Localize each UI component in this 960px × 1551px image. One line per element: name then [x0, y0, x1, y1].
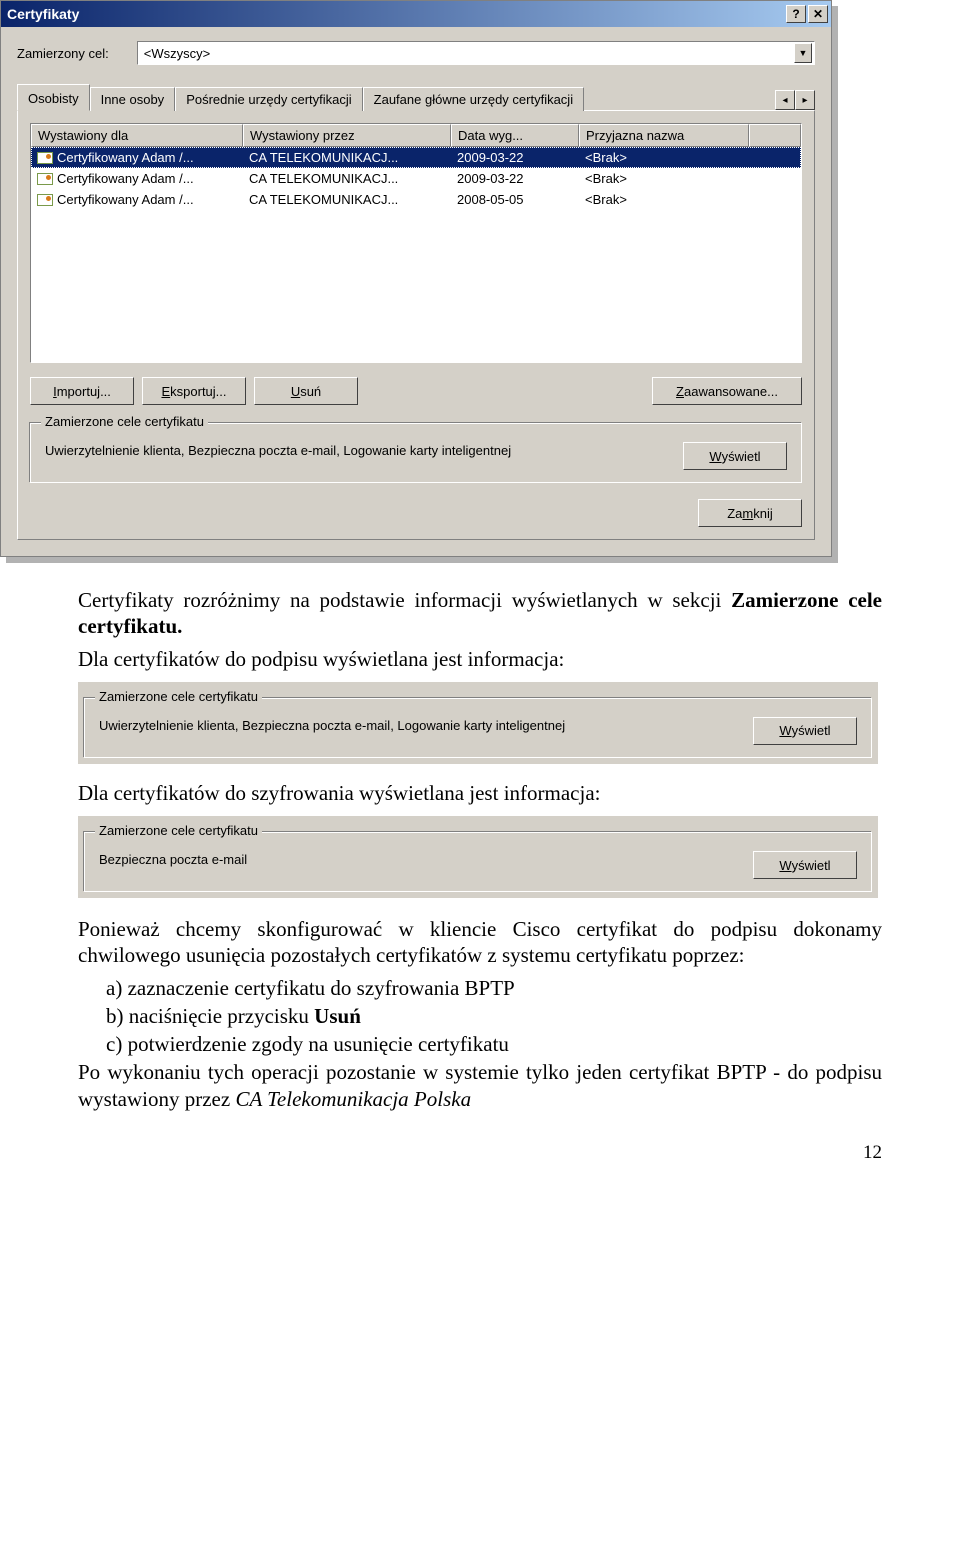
intended-purpose-label: Zamierzony cel:: [17, 46, 109, 61]
delete-button[interactable]: Usuń: [254, 377, 358, 405]
page-number: 12: [0, 1118, 960, 1174]
table-row[interactable]: Certyfikowany Adam /... CA TELEKOMUNIKAC…: [31, 168, 801, 189]
tab-intermediate-ca[interactable]: Pośrednie urzędy certyfikacji: [175, 87, 362, 111]
window-title: Certyfikaty: [7, 6, 784, 22]
advanced-button[interactable]: Zaawansowane...: [652, 377, 802, 405]
view-button[interactable]: Wyświetl: [753, 717, 857, 745]
tab-pane: Wystawiony dla Wystawiony przez Data wyg…: [17, 110, 815, 540]
export-button[interactable]: Eksportuj...: [142, 377, 246, 405]
group-label: Zamierzone cele certyfikatu: [95, 823, 262, 838]
close-button[interactable]: Zamknij: [698, 499, 802, 527]
col-filler: [749, 124, 801, 147]
list-header: Wystawiony dla Wystawiony przez Data wyg…: [31, 124, 801, 147]
cert-purposes-group-encrypt: Zamierzone cele certyfikatu Bezpieczna p…: [84, 832, 872, 892]
document-body-2: Dla certyfikatów do szyfrowania wyświetl…: [0, 774, 960, 806]
list-rows: Certyfikowany Adam /... CA TELEKOMUNIKAC…: [31, 147, 801, 210]
col-issued-to[interactable]: Wystawiony dla: [31, 124, 243, 147]
tab-personal[interactable]: Osobisty: [17, 84, 90, 111]
chevron-down-icon[interactable]: ▼: [794, 43, 812, 63]
cert-purposes-group-signing: Zamierzone cele certyfikatu Uwierzytelni…: [84, 698, 872, 758]
document-body-3: Ponieważ chcemy skonfigurować w kliencie…: [0, 908, 960, 1112]
cert-purposes-text: Uwierzytelnienie klienta, Bezpieczna poc…: [99, 717, 733, 735]
group-label: Zamierzone cele certyfikatu: [41, 414, 208, 429]
cert-purposes-text: Bezpieczna poczta e-mail: [99, 851, 733, 869]
doc-list-c: c) potwierdzenie zgody na usunięcie cert…: [78, 1031, 882, 1057]
doc-para-5b: CA Telekomunikacja Polska: [235, 1087, 471, 1111]
tab-trusted-root-ca[interactable]: Zaufane główne urzędy certyfikacji: [363, 87, 584, 111]
tab-other-people[interactable]: Inne osoby: [90, 87, 176, 111]
doc-para-3: Dla certyfikatów do szyfrowania wyświetl…: [78, 780, 882, 806]
doc-para-2: Dla certyfikatów do podpisu wyświetlana …: [78, 646, 882, 672]
signing-purposes-screenshot: Zamierzone cele certyfikatu Uwierzytelni…: [78, 682, 878, 764]
cert-purposes-text: Uwierzytelnienie klienta, Bezpieczna poc…: [45, 442, 663, 460]
doc-para-4: Ponieważ chcemy skonfigurować w kliencie…: [78, 916, 882, 969]
view-button[interactable]: Wyświetl: [683, 442, 787, 470]
certificate-icon: [37, 152, 53, 164]
group-label: Zamierzone cele certyfikatu: [95, 689, 262, 704]
doc-para-5a: Po wykonaniu tych operacji pozostanie w …: [78, 1060, 882, 1110]
tab-scroll-right-icon[interactable]: ▸: [795, 90, 815, 110]
col-issued-by[interactable]: Wystawiony przez: [243, 124, 451, 147]
certificate-list[interactable]: Wystawiony dla Wystawiony przez Data wyg…: [30, 123, 802, 363]
import-button[interactable]: Importuj...: [30, 377, 134, 405]
col-expiry[interactable]: Data wyg...: [451, 124, 579, 147]
doc-list-b: b) naciśnięcie przycisku Usuń: [78, 1003, 882, 1029]
table-row[interactable]: Certyfikowany Adam /... CA TELEKOMUNIKAC…: [31, 189, 801, 210]
doc-para-1a: Certyfikaty rozróżnimy na podstawie info…: [78, 588, 731, 612]
intended-purpose-combo[interactable]: <Wszyscy> ▼: [137, 41, 815, 65]
combo-value: <Wszyscy>: [144, 46, 794, 61]
table-row[interactable]: Certyfikowany Adam /... CA TELEKOMUNIKAC…: [31, 147, 801, 168]
cert-purposes-group: Zamierzone cele certyfikatu Uwierzytelni…: [30, 423, 802, 483]
encrypt-purposes-screenshot: Zamierzone cele certyfikatu Bezpieczna p…: [78, 816, 878, 898]
close-icon[interactable]: ✕: [808, 5, 828, 23]
titlebar[interactable]: Certyfikaty ? ✕: [1, 1, 831, 27]
col-friendly-name[interactable]: Przyjazna nazwa: [579, 124, 749, 147]
tab-scroll-left-icon[interactable]: ◂: [775, 90, 795, 110]
certificate-icon: [37, 173, 53, 185]
doc-list-a: a) zaznaczenie certyfikatu do szyfrowani…: [78, 975, 882, 1001]
view-button[interactable]: Wyświetl: [753, 851, 857, 879]
certificates-dialog: Certyfikaty ? ✕ Zamierzony cel: <Wszyscy…: [0, 0, 832, 557]
help-icon[interactable]: ?: [786, 5, 806, 23]
certificate-icon: [37, 194, 53, 206]
document-body: Certyfikaty rozróżnimy na podstawie info…: [0, 557, 960, 672]
tabstrip: Osobisty Inne osoby Pośrednie urzędy cer…: [17, 83, 815, 110]
